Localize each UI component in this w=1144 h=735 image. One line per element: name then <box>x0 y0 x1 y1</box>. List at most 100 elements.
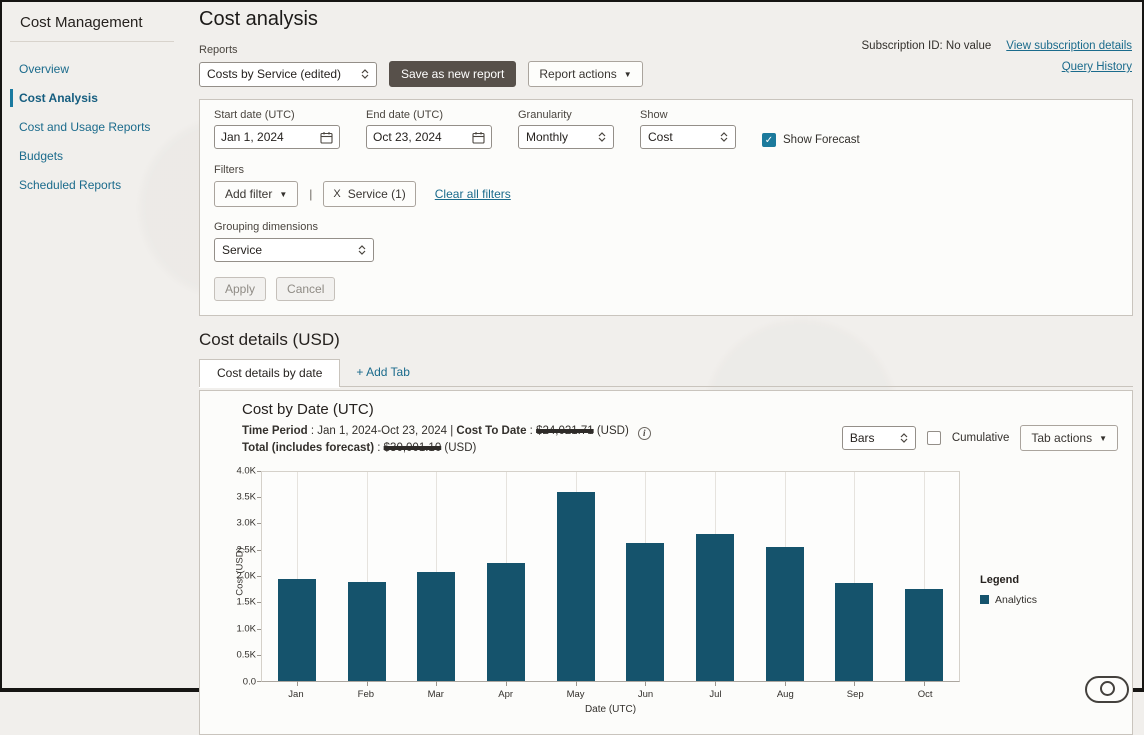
feedback-button[interactable] <box>1085 676 1129 703</box>
y-tick-label: 0.5K <box>236 649 256 661</box>
x-tick-mark <box>296 680 298 686</box>
sidebar-item-budgets[interactable]: Budgets <box>10 147 184 165</box>
bar-slot-apr <box>471 471 541 686</box>
bar-slot-aug <box>750 471 820 686</box>
chart-bar-jun[interactable] <box>626 542 665 681</box>
select-chevrons-icon <box>720 132 728 142</box>
remove-filter-icon[interactable]: X <box>333 188 340 200</box>
save-as-new-report-button[interactable]: Save as new report <box>389 61 517 87</box>
select-chevrons-icon <box>900 433 908 443</box>
chart-bar-oct[interactable] <box>905 589 944 681</box>
add-filter-button[interactable]: Add filter ▼ <box>214 181 299 207</box>
cumulative-label: Cumulative <box>951 432 1010 444</box>
sidebar-title: Cost Management <box>20 14 143 31</box>
x-tick-mark <box>715 680 717 686</box>
show-forecast-label: Show Forecast <box>783 134 860 146</box>
start-date-label: Start date (UTC) <box>214 109 295 121</box>
y-tick-label: 1.0K <box>236 623 256 635</box>
tab-actions-button[interactable]: Tab actions ▼ <box>1020 425 1118 451</box>
x-tick-mark <box>366 680 368 686</box>
sidebar-item-cost-analysis[interactable]: Cost Analysis <box>10 89 184 107</box>
chart-bar-apr[interactable] <box>486 562 525 681</box>
bar-slot-jul <box>680 471 750 686</box>
tab-cost-details-by-date[interactable]: Cost details by date <box>199 359 341 387</box>
apply-button[interactable]: Apply <box>214 277 267 301</box>
calendar-icon[interactable] <box>320 131 333 144</box>
y-tick-mark <box>257 496 261 498</box>
end-date-value: Oct 23, 2024 <box>373 130 442 144</box>
cumulative-checkbox[interactable] <box>926 431 941 445</box>
tab-actions-label: Tab actions <box>1031 431 1093 445</box>
sidebar-item-cost-usage-reports[interactable]: Cost and Usage Reports <box>10 118 184 136</box>
query-history-link[interactable]: Query History <box>1062 61 1132 73</box>
grouping-dimensions-label: Grouping dimensions <box>214 221 318 233</box>
start-date-value: Jan 1, 2024 <box>221 130 284 144</box>
plot-area <box>261 470 960 686</box>
y-tick-mark <box>257 655 261 657</box>
x-tick-label-jan: Jan <box>288 688 304 700</box>
sidebar-divider <box>10 41 174 42</box>
legend-title: Legend <box>980 573 1020 586</box>
sidebar-nav: Overview Cost Analysis Cost and Usage Re… <box>10 60 184 194</box>
cost-to-date-label: Cost To Date <box>456 425 527 437</box>
grouping-dimensions-select[interactable]: Service <box>214 238 374 262</box>
bar-slot-sep <box>820 471 890 686</box>
sidebar-item-overview[interactable]: Overview <box>10 60 184 78</box>
y-tick-mark <box>257 576 261 577</box>
report-actions-button[interactable]: Report actions ▼ <box>528 61 643 87</box>
show-value: Cost <box>648 130 673 144</box>
page-title: Cost analysis <box>199 8 318 30</box>
sidebar: Cost Management Overview Cost Analysis C… <box>2 2 184 688</box>
x-tick-label-aug: Aug <box>776 688 794 700</box>
add-tab-button[interactable]: + Add Tab <box>340 359 410 386</box>
x-tick-label-oct: Oct <box>917 688 933 700</box>
chart-bar-feb[interactable] <box>347 582 386 681</box>
chart-bar-jan[interactable] <box>277 578 316 681</box>
chart-type-select[interactable]: Bars <box>841 426 916 450</box>
chart-bar-sep[interactable] <box>835 582 874 681</box>
granularity-select[interactable]: Monthly <box>518 125 614 149</box>
show-forecast-checkbox[interactable]: ✓ <box>762 133 776 147</box>
info-icon[interactable]: i <box>637 426 651 440</box>
bar-slot-mar <box>401 471 471 686</box>
show-label: Show <box>640 109 668 121</box>
chart-bar-aug[interactable] <box>765 546 804 681</box>
cancel-button[interactable]: Cancel <box>276 277 336 301</box>
granularity-label: Granularity <box>518 109 572 121</box>
separator: : <box>526 425 537 437</box>
caret-down-icon: ▼ <box>623 69 632 79</box>
x-tick-label-apr: Apr <box>498 688 514 700</box>
chart-bar-mar[interactable] <box>417 572 456 681</box>
chart-type-value: Bars <box>849 431 875 445</box>
view-subscription-link[interactable]: View subscription details <box>1006 40 1132 52</box>
legend-swatch-icon <box>980 595 989 604</box>
legend-item[interactable]: Analytics <box>980 594 1037 606</box>
bar-slot-oct <box>889 471 959 686</box>
separator: : <box>374 441 384 454</box>
time-period-label: Time Period <box>242 425 308 437</box>
sidebar-item-scheduled-reports[interactable]: Scheduled Reports <box>10 176 184 194</box>
y-tick-label: 2.0K <box>236 570 256 582</box>
service-filter-chip[interactable]: X Service (1) <box>323 181 416 207</box>
chart-bar-jul[interactable] <box>696 533 735 681</box>
y-tick-label: 4.0K <box>236 465 256 476</box>
x-tick-label-jun: Jun <box>637 688 654 700</box>
main-content: Cost analysis Subscription ID: No value … <box>185 2 1140 735</box>
chart-bar-may[interactable] <box>556 492 595 681</box>
subscription-block: Subscription ID: No value View subscript… <box>862 40 1132 73</box>
x-tick-label-sep: Sep <box>846 688 864 700</box>
end-date-input[interactable]: Oct 23, 2024 <box>366 125 492 149</box>
bar-slot-feb <box>332 471 402 686</box>
cost-to-date-value: $24,021.71 <box>536 425 594 437</box>
clear-all-filters-link[interactable]: Clear all filters <box>435 187 511 201</box>
granularity-value: Monthly <box>526 130 569 144</box>
reports-select[interactable]: Costs by Service (edited) <box>199 61 377 87</box>
legend-label: Analytics <box>995 593 1038 606</box>
chart-card: Cost by Date (UTC) Time Period : Jan 1, … <box>199 390 1133 735</box>
bar-slot-jan <box>262 471 332 686</box>
show-select[interactable]: Cost <box>640 125 736 149</box>
x-tick-label-feb: Feb <box>357 688 375 700</box>
x-tick-label-may: May <box>566 688 585 700</box>
start-date-input[interactable]: Jan 1, 2024 <box>214 125 340 149</box>
calendar-icon[interactable] <box>472 131 485 144</box>
